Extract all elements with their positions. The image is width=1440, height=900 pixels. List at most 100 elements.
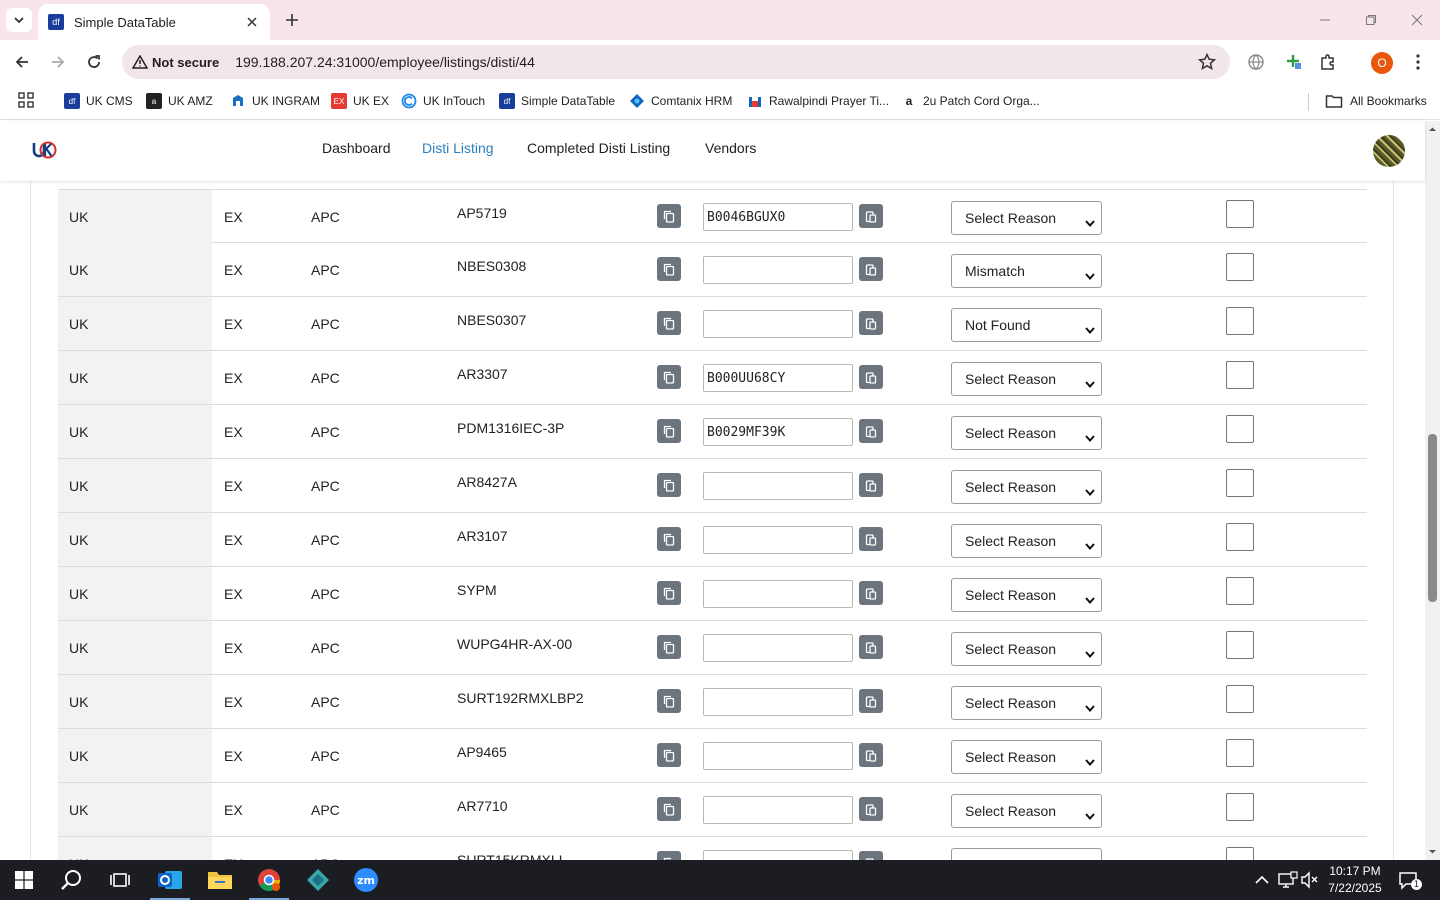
- volume-muted-icon[interactable]: [1301, 871, 1319, 889]
- reason-select[interactable]: Select Reason: [951, 362, 1102, 396]
- paste-asin-button[interactable]: [859, 743, 883, 767]
- chevron-up-icon[interactable]: [1255, 874, 1269, 886]
- extension-pin-button[interactable]: [1282, 50, 1306, 74]
- browser-tab[interactable]: df Simple DataTable: [38, 4, 270, 40]
- copy-sku-button[interactable]: [657, 311, 681, 335]
- nav-completed-disti-listing[interactable]: Completed Disti Listing: [527, 140, 670, 156]
- copy-sku-button[interactable]: [657, 689, 681, 713]
- taskbar-chrome[interactable]: [245, 860, 293, 900]
- asin-input[interactable]: [703, 418, 853, 446]
- page-scrollbar[interactable]: [1425, 121, 1440, 860]
- paste-asin-button[interactable]: [859, 204, 883, 228]
- copy-sku-button[interactable]: [657, 581, 681, 605]
- reload-button[interactable]: [82, 50, 106, 74]
- nav-vendors[interactable]: Vendors: [705, 140, 756, 156]
- extensions-button[interactable]: [1316, 50, 1340, 74]
- paste-asin-button[interactable]: [859, 473, 883, 497]
- bookmark-uk-cms[interactable]: df UK CMS: [64, 84, 133, 118]
- row-checkbox[interactable]: [1226, 361, 1254, 389]
- paste-asin-button[interactable]: [859, 689, 883, 713]
- restore-button[interactable]: [1361, 10, 1381, 30]
- bookmark-star-button[interactable]: [1197, 52, 1217, 76]
- asin-input[interactable]: [703, 580, 853, 608]
- row-checkbox[interactable]: [1226, 739, 1254, 767]
- reason-select[interactable]: Select Reason: [951, 848, 1102, 860]
- bookmark-rawalpindi-prayer[interactable]: Rawalpindi Prayer Ti...: [747, 84, 889, 118]
- start-button[interactable]: [0, 860, 48, 900]
- task-view-button[interactable]: [96, 860, 144, 900]
- asin-input[interactable]: [703, 472, 853, 500]
- bookmark-uk-ex[interactable]: EX UK EX: [331, 84, 389, 118]
- asin-input[interactable]: [703, 364, 853, 392]
- bookmark-uk-ingram[interactable]: UK INGRAM: [230, 84, 320, 118]
- asin-input[interactable]: [703, 203, 853, 231]
- taskbar-zoom[interactable]: zm: [342, 860, 390, 900]
- translate-button[interactable]: [1244, 50, 1268, 74]
- paste-asin-button[interactable]: [859, 581, 883, 605]
- asin-input[interactable]: [703, 796, 853, 824]
- reason-select[interactable]: Select Reason: [951, 524, 1102, 558]
- all-bookmarks-button[interactable]: All Bookmarks: [1325, 84, 1427, 118]
- paste-asin-button[interactable]: [859, 851, 883, 860]
- paste-asin-button[interactable]: [859, 797, 883, 821]
- browser-menu-button[interactable]: [1406, 50, 1430, 74]
- tab-close-button[interactable]: [244, 14, 260, 30]
- copy-sku-button[interactable]: [657, 635, 681, 659]
- reason-select[interactable]: Select Reason: [951, 740, 1102, 774]
- reason-select[interactable]: Select Reason: [951, 470, 1102, 504]
- address-bar[interactable]: Not secure 199.188.207.24:31000/employee…: [122, 45, 1230, 79]
- notifications-button[interactable]: 1: [1398, 870, 1422, 895]
- apps-grid-icon[interactable]: [18, 92, 34, 113]
- row-checkbox[interactable]: [1226, 577, 1254, 605]
- asin-input[interactable]: [703, 310, 853, 338]
- copy-sku-button[interactable]: [657, 473, 681, 497]
- user-avatar[interactable]: [1373, 135, 1405, 167]
- bookmark-uk-intouch[interactable]: UK InTouch: [401, 84, 485, 118]
- network-icon[interactable]: [1278, 871, 1298, 889]
- nav-disti-listing[interactable]: Disti Listing: [422, 140, 494, 156]
- minimize-button[interactable]: [1315, 10, 1335, 30]
- url-text[interactable]: 199.188.207.24:31000/employee/listings/d…: [235, 54, 535, 70]
- asin-input[interactable]: [703, 256, 853, 284]
- bookmark-2u-patch-cord[interactable]: a 2u Patch Cord Orga...: [901, 84, 1040, 118]
- copy-sku-button[interactable]: [657, 527, 681, 551]
- forward-button[interactable]: [46, 50, 70, 74]
- paste-asin-button[interactable]: [859, 311, 883, 335]
- security-indicator[interactable]: Not secure: [132, 55, 219, 70]
- reason-select[interactable]: Select Reason: [951, 416, 1102, 450]
- bookmark-uk-amz[interactable]: a UK AMZ: [146, 84, 213, 118]
- paste-asin-button[interactable]: [859, 635, 883, 659]
- row-checkbox[interactable]: [1226, 469, 1254, 497]
- reason-select[interactable]: Not Found: [951, 308, 1102, 342]
- close-window-button[interactable]: [1407, 10, 1427, 30]
- asin-input[interactable]: [703, 742, 853, 770]
- paste-asin-button[interactable]: [859, 527, 883, 551]
- reason-select[interactable]: Select Reason: [951, 578, 1102, 612]
- taskbar-outlook[interactable]: [146, 860, 194, 900]
- row-checkbox[interactable]: [1226, 631, 1254, 659]
- paste-asin-button[interactable]: [859, 365, 883, 389]
- row-checkbox[interactable]: [1226, 253, 1254, 281]
- asin-input[interactable]: [703, 850, 853, 860]
- reason-select[interactable]: Mismatch: [951, 254, 1102, 288]
- row-checkbox[interactable]: [1226, 200, 1254, 228]
- asin-input[interactable]: [703, 688, 853, 716]
- bookmark-simple-datatable[interactable]: df Simple DataTable: [499, 84, 615, 118]
- profile-avatar[interactable]: O: [1371, 52, 1393, 74]
- copy-sku-button[interactable]: [657, 743, 681, 767]
- back-button[interactable]: [10, 50, 34, 74]
- copy-sku-button[interactable]: [657, 365, 681, 389]
- row-checkbox[interactable]: [1226, 307, 1254, 335]
- asin-input[interactable]: [703, 634, 853, 662]
- copy-sku-button[interactable]: [657, 204, 681, 228]
- copy-sku-button[interactable]: [657, 419, 681, 443]
- reason-select[interactable]: Select Reason: [951, 794, 1102, 828]
- new-tab-button[interactable]: [280, 8, 304, 32]
- reason-select[interactable]: Select Reason: [951, 686, 1102, 720]
- taskbar-file-explorer[interactable]: [196, 860, 244, 900]
- uk-logo-icon[interactable]: [32, 139, 58, 166]
- tab-search-button[interactable]: [6, 8, 32, 32]
- reason-select[interactable]: Select Reason: [951, 632, 1102, 666]
- row-checkbox[interactable]: [1226, 685, 1254, 713]
- row-checkbox[interactable]: [1226, 793, 1254, 821]
